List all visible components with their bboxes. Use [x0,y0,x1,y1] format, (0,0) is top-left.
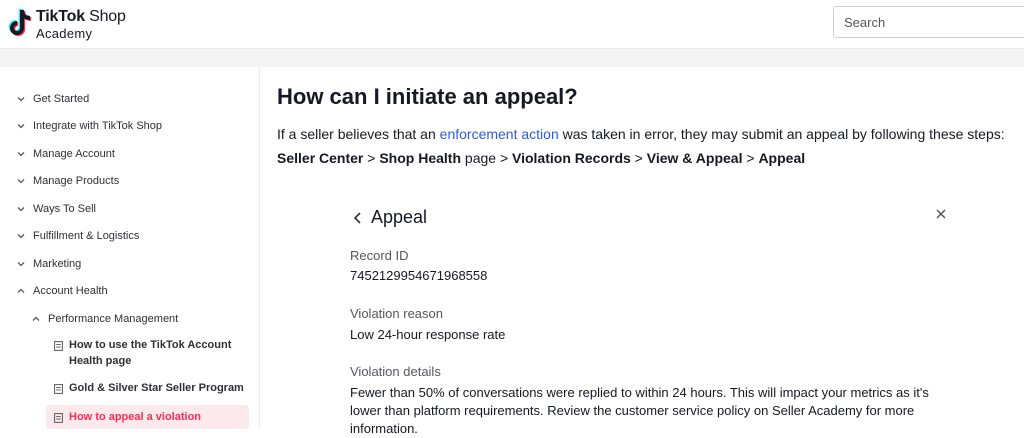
violation-reason-label: Violation reason [350,306,443,321]
chevron-up-icon [32,316,40,321]
close-icon[interactable] [934,207,948,221]
top-header: TikTok Shop Academy [0,0,1024,49]
chevron-down-icon [17,152,25,157]
chevron-down-icon [17,124,25,129]
step-view-appeal: View & Appeal [646,150,743,166]
sidebar-item-label: Integrate with TikTok Shop [33,120,163,132]
chevron-down-icon [17,179,25,184]
sidebar-item-label: Performance Management [48,313,179,325]
step-seller-center: Seller Center [277,150,364,166]
step-separator: > [363,150,380,166]
logo-thin-text: Shop [84,8,126,25]
tiktok-shop-academy-logo[interactable]: TikTok Shop Academy [7,6,137,42]
step-shop-health: Shop Health [379,150,462,166]
sidebar-leaf-appeal-violation[interactable]: How to appeal a violation [46,405,249,429]
intro-text-after: was taken in error, they may submit an a… [558,126,1005,142]
step-separator: page > [461,150,513,166]
sidebar-leaf-label-line2: Health page [69,355,132,367]
sidebar-item-label: Marketing [33,258,82,270]
logo-subtitle: Academy [36,26,93,41]
chevron-down-icon [17,234,25,239]
sidebar-leaf-label-line1: How to use the TikTok Account [69,339,232,351]
search-input[interactable] [833,6,1024,38]
intro-text-before: If a seller believes that an [277,126,440,142]
step-separator: > [742,150,759,166]
sidebar-leaf-gold-silver[interactable]: Gold & Silver Star Seller Program [50,381,250,397]
sidebar-item-label: Get Started [33,93,90,105]
record-id-label: Record ID [350,248,409,263]
chevron-down-icon [17,207,25,212]
sidebar-item-label: Ways To Sell [33,203,96,215]
document-icon [54,384,63,394]
record-id-value: 7452129954671968558 [350,268,488,283]
violation-reason-value: Low 24-hour response rate [350,327,506,342]
chevron-up-icon [17,288,25,293]
appeal-modal-title: Appeal [371,207,428,227]
step-separator: > [630,150,647,166]
appeal-steps-path: Seller Center > Shop Health page > Viola… [277,150,805,166]
sidebar-leaf-label: Gold & Silver Star Seller Program [69,382,244,394]
step-appeal: Appeal [758,150,806,166]
sidebar-item-label: Manage Account [33,148,115,160]
sidebar-item-label: Fulfillment & Logistics [33,230,140,242]
sidebar-leaf-label-active: How to appeal a violation [69,411,202,423]
sidebar-leaf-health-page[interactable]: How to use the TikTok Account Health pag… [50,338,250,370]
violation-details-label: Violation details [350,364,441,379]
sidebar-item-label: Manage Products [33,175,120,187]
enforcement-action-link[interactable]: enforcement action [440,126,559,142]
document-icon [54,341,63,351]
sidebar-item-label: Account Health [33,285,108,297]
page-title: How can I initiate an appeal? [277,84,578,109]
chevron-down-icon [17,262,25,267]
document-icon [54,413,63,423]
back-arrow-icon[interactable] [351,210,365,226]
logo-title: TikTok Shop [36,8,126,26]
logo-bold-text: TikTok [36,8,85,25]
header-gap [0,49,1024,67]
tiktok-logo-icon [8,8,32,36]
step-violation-records: Violation Records [512,150,631,166]
violation-details-value: Fewer than 50% of conversations were rep… [350,385,929,436]
chevron-down-icon [17,97,25,102]
intro-paragraph: If a seller believes that an enforcement… [277,126,1005,142]
